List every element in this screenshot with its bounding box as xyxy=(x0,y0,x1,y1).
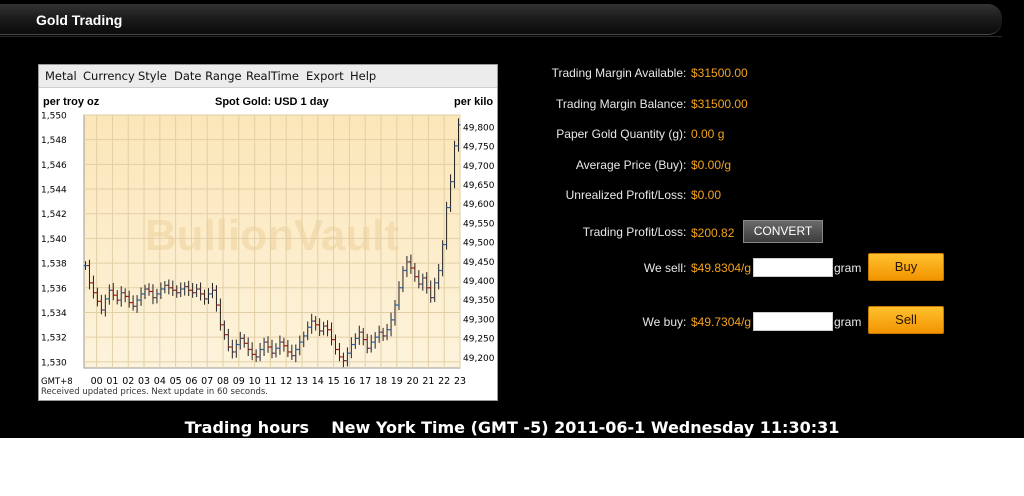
right-tick-label: 49,700 xyxy=(463,162,495,172)
buy-gram-unit: gram xyxy=(834,315,862,329)
left-tick-label: 1,546 xyxy=(41,161,67,171)
right-tick-label: 49,300 xyxy=(463,315,495,325)
colon: : xyxy=(683,188,687,202)
x-tick-label: 00 xyxy=(91,376,103,387)
margin-available-label: Trading Margin Available xyxy=(551,66,683,80)
x-tick-label: 08 xyxy=(217,376,229,387)
right-tick-label: 49,450 xyxy=(463,258,495,268)
right-tick-label: 49,750 xyxy=(463,143,495,153)
gold-trading-app: Gold Trading Metal Currency Style Date R… xyxy=(0,0,1024,438)
we-buy-label: We buy xyxy=(642,315,683,329)
menu-date-range[interactable]: Date Range xyxy=(174,69,242,83)
trading-hours-bar: Trading hours New York Time (GMT -5) 201… xyxy=(0,418,1024,437)
left-tick-label: 1,536 xyxy=(41,284,67,294)
chart-status-text: Received updated prices. Next update in … xyxy=(41,387,268,397)
buy-button[interactable]: Buy xyxy=(868,253,944,281)
chart-menu-bar: Metal Currency Style Date Range RealTime… xyxy=(39,65,497,88)
paper-gold-label: Paper Gold Quantity (g) xyxy=(556,127,683,141)
x-tick-label: 03 xyxy=(138,376,150,387)
left-tick-label: 1,530 xyxy=(41,358,67,368)
menu-help[interactable]: Help xyxy=(350,69,376,83)
margin-balance-label: Trading Margin Balance xyxy=(556,97,683,111)
colon: : xyxy=(683,97,687,111)
x-tick-label: 02 xyxy=(122,376,134,387)
x-tick-label: 21 xyxy=(422,376,434,387)
trading-pl-label: Trading Profit/Loss xyxy=(582,225,683,239)
left-tick-label: 1,532 xyxy=(41,334,67,344)
right-tick-label: 49,400 xyxy=(463,277,495,287)
we-sell-label: We sell xyxy=(643,261,683,275)
left-tick-label: 1,544 xyxy=(41,186,67,196)
x-tick-label: 11 xyxy=(264,376,276,387)
colon: : xyxy=(683,315,687,329)
trading-hours-label: Trading hours xyxy=(184,418,309,437)
trading-pl-value: $200.82 xyxy=(691,226,735,240)
price-chart-widget: Metal Currency Style Date Range RealTime… xyxy=(38,64,498,401)
we-sell-price: $49.8304/g xyxy=(691,261,752,275)
watermark: BullionVault xyxy=(145,211,400,260)
x-tick-label: 23 xyxy=(454,376,466,387)
right-tick-label: 49,250 xyxy=(463,335,495,345)
x-tick-label: 01 xyxy=(106,376,118,387)
sell-gram-input[interactable] xyxy=(753,258,833,277)
x-tick-label: 22 xyxy=(438,376,450,387)
x-tick-label: 19 xyxy=(391,376,403,387)
menu-metal[interactable]: Metal xyxy=(45,69,77,83)
x-tick-label: 15 xyxy=(328,376,340,387)
margin-balance-value: $31500.00 xyxy=(691,97,748,111)
x-tick-label: 20 xyxy=(407,376,419,387)
average-price-value: $0.00/g xyxy=(691,158,732,172)
margin-available-value: $31500.00 xyxy=(691,66,748,80)
colon: : xyxy=(683,66,687,80)
x-tick-label: 16 xyxy=(343,376,355,387)
x-tick-label: 04 xyxy=(154,376,166,387)
timezone-label: GMT+8 xyxy=(41,377,73,387)
left-tick-label: 1,540 xyxy=(41,235,67,245)
unrealized-pl-label: Unrealized Profit/Loss xyxy=(565,188,683,202)
left-tick-label: 1,538 xyxy=(41,260,67,270)
sell-gram-unit: gram xyxy=(834,261,862,275)
x-tick-label: 07 xyxy=(201,376,213,387)
menu-style[interactable]: Style xyxy=(138,69,167,83)
x-tick-label: 12 xyxy=(280,376,292,387)
x-tick-label: 09 xyxy=(233,376,245,387)
title-bar: Gold Trading xyxy=(0,4,1002,35)
menu-realtime[interactable]: RealTime xyxy=(246,69,299,83)
x-tick-label: 14 xyxy=(312,376,324,387)
right-tick-label: 49,800 xyxy=(463,123,495,133)
menu-export[interactable]: Export xyxy=(306,69,344,83)
chart-canvas: BullionVault 1,550 1,548 1,546 1,544 1,542 1,5… xyxy=(41,112,495,388)
x-tick-label: 06 xyxy=(185,376,197,387)
x-tick-label: 17 xyxy=(359,376,371,387)
menu-currency[interactable]: Currency xyxy=(83,69,135,83)
x-tick-label: 18 xyxy=(375,376,387,387)
unrealized-pl-value: $0.00 xyxy=(691,188,722,202)
x-tick-label: 10 xyxy=(249,376,261,387)
buy-gram-input[interactable] xyxy=(753,312,833,331)
right-tick-label: 49,550 xyxy=(463,219,495,229)
left-tick-label: 1,548 xyxy=(41,136,67,146)
colon: : xyxy=(683,158,687,172)
title-divider xyxy=(0,36,1002,37)
left-tick-label: 1,550 xyxy=(41,112,67,122)
right-tick-label: 49,500 xyxy=(463,239,495,249)
colon: : xyxy=(683,127,687,141)
x-tick-label: 05 xyxy=(170,376,182,387)
left-tick-label: 1,534 xyxy=(41,309,67,319)
right-tick-label: 49,350 xyxy=(463,296,495,306)
right-tick-label: 49,200 xyxy=(463,354,495,364)
left-tick-label: 1,542 xyxy=(41,210,67,220)
window-title: Gold Trading xyxy=(36,12,123,28)
right-tick-label: 49,600 xyxy=(463,200,495,210)
colon: : xyxy=(683,225,687,239)
x-tick-label: 13 xyxy=(296,376,308,387)
paper-gold-value: 0.00 g xyxy=(691,127,725,141)
sell-button[interactable]: Sell xyxy=(868,306,944,334)
right-tick-label: 49,650 xyxy=(463,181,495,191)
we-buy-price: $49.7304/g xyxy=(691,315,752,329)
convert-button[interactable]: CONVERT xyxy=(743,220,823,243)
average-price-label: Average Price (Buy) xyxy=(575,158,683,172)
new-york-time: New York Time (GMT -5) 2011-06-1 Wednesd… xyxy=(331,418,840,437)
colon: : xyxy=(683,261,687,275)
